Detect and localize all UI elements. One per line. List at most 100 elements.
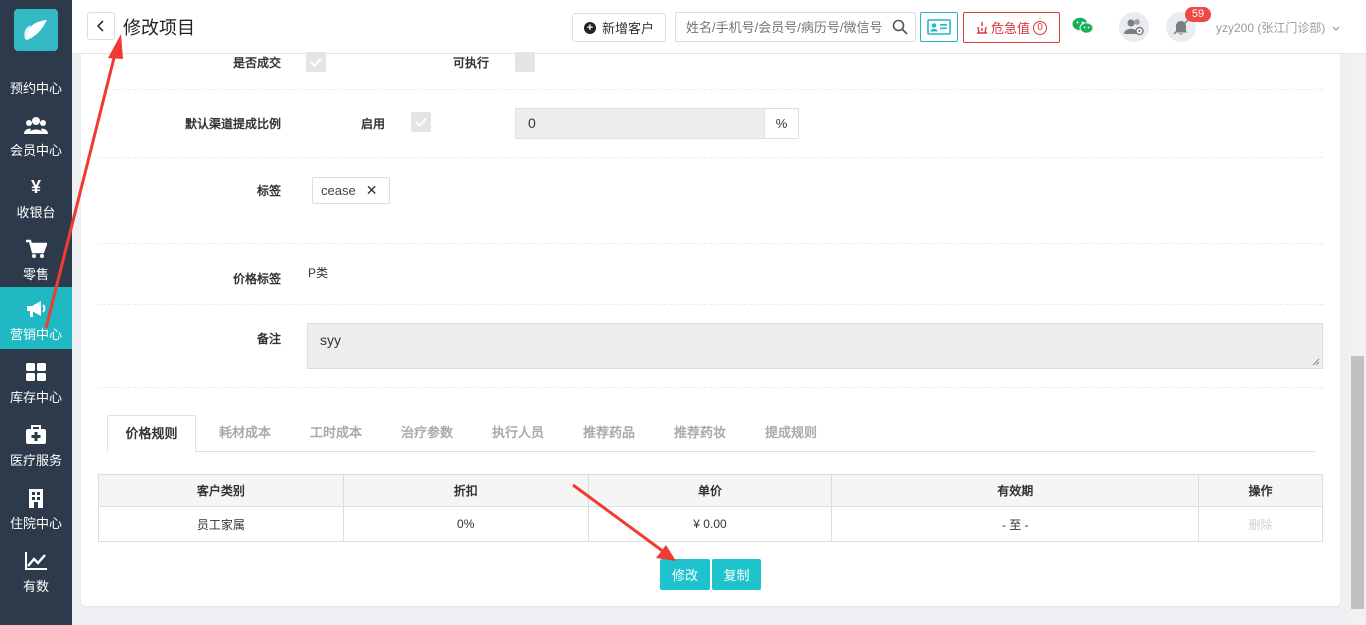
tab-labor-cost[interactable]: 工时成本	[301, 415, 371, 452]
cell-validity: - 至 -	[831, 506, 1200, 542]
tab-material-cost[interactable]: 耗材成本	[210, 415, 280, 452]
top-header: 修改项目 + 新增客户 危急值 0 59 yzy200 (张江门诊部)	[72, 0, 1366, 54]
id-card-button[interactable]	[920, 12, 958, 42]
remark-textarea[interactable]: syy	[307, 323, 1323, 369]
user-name: yzy200 (张江门诊部)	[1216, 21, 1326, 35]
cell-customer-type: 员工家属	[98, 506, 344, 542]
chart-line-icon	[24, 549, 48, 573]
chevron-left-icon	[97, 20, 104, 32]
tab-price-rules[interactable]: 价格规则	[107, 415, 196, 452]
back-button[interactable]	[87, 12, 115, 40]
yen-icon: ¥	[30, 176, 41, 197]
divider	[98, 304, 1323, 305]
grid-icon	[25, 360, 47, 384]
tab-executors[interactable]: 执行人员	[483, 415, 553, 452]
notification-badge: 59	[1185, 7, 1211, 22]
sidebar-item-appointment[interactable]: 预约中心	[0, 41, 72, 103]
building-icon	[27, 486, 45, 510]
new-customer-label: 新增客户	[601, 21, 654, 36]
remark-label: 备注	[256, 332, 281, 346]
tag-text: cease	[321, 183, 356, 198]
divider	[98, 89, 1323, 90]
sidebar-item-label: 零售	[22, 267, 49, 282]
sidebar-item-label: 收银台	[16, 205, 56, 220]
new-customer-button[interactable]: + 新增客户	[572, 13, 666, 42]
sidebar-item-label: 医疗服务	[9, 453, 62, 468]
medical-kit-icon	[25, 423, 47, 447]
sidebar-item-inventory[interactable]: 库存中心	[0, 350, 72, 412]
wechat-icon[interactable]	[1072, 16, 1094, 39]
copy-button[interactable]: 复制	[712, 559, 761, 590]
executable-checkbox[interactable]	[515, 52, 535, 72]
cell-unit-price: ¥ 0.00	[587, 506, 833, 542]
column-header: 折扣	[342, 474, 589, 507]
sidebar-item-data[interactable]: 有数	[0, 539, 72, 601]
divider	[98, 243, 1323, 244]
scrollbar-thumb[interactable]	[1351, 356, 1364, 609]
critical-count: 0	[1033, 20, 1047, 35]
column-header: 单价	[587, 474, 833, 507]
sidebar-item-marketing[interactable]: 营销中心	[0, 287, 72, 349]
chevron-down-icon	[1332, 26, 1340, 31]
column-header: 操作	[1198, 474, 1323, 507]
divider	[98, 157, 1323, 158]
price-tag-label: 价格标签	[232, 272, 281, 286]
commission-label: 默认渠道提成比例	[184, 117, 281, 131]
tab-commission-rules[interactable]: 提成规则	[756, 415, 826, 452]
form-card: 是否成交 可执行 默认渠道提成比例 启用 0 % 标签 cease ✕ 价格标签…	[81, 52, 1340, 606]
team-settings-button[interactable]	[1119, 12, 1149, 42]
cell-discount: 0%	[342, 506, 589, 542]
check-icon	[310, 57, 322, 67]
sidebar-item-label: 会员中心	[9, 143, 62, 158]
resize-grip-icon[interactable]	[1312, 358, 1320, 366]
deal-label: 是否成交	[232, 56, 281, 70]
sidebar-item-inpatient[interactable]: 住院中心	[0, 476, 72, 538]
sidebar-item-retail[interactable]: 零售	[0, 227, 72, 289]
megaphone-icon	[25, 297, 47, 321]
divider	[98, 387, 1323, 388]
enable-checkbox[interactable]	[411, 112, 431, 132]
search-input[interactable]	[676, 13, 886, 41]
edit-button[interactable]: 修改	[660, 559, 710, 590]
sidebar-item-label: 预约中心	[9, 81, 62, 96]
tab-treatment-params[interactable]: 治疗参数	[392, 415, 462, 452]
sidebar: 预约中心 会员中心 ¥ 收银台 零售 营销中心 库存中心 医疗服务 住院中心 有…	[0, 0, 72, 625]
deal-checkbox[interactable]	[306, 52, 326, 72]
team-settings-icon	[1124, 19, 1144, 36]
page-title: 修改项目	[123, 18, 195, 38]
tab-recommended-drugs[interactable]: 推荐药品	[574, 415, 644, 452]
remark-text: syy	[320, 332, 341, 348]
sidebar-item-label: 库存中心	[9, 390, 62, 405]
percent-addon: %	[765, 108, 799, 139]
sidebar-item-label: 有数	[22, 579, 49, 594]
sidebar-item-label: 住院中心	[9, 516, 62, 531]
plus-circle-icon: +	[583, 21, 596, 34]
delete-link[interactable]: 删除	[1198, 506, 1323, 542]
critical-value-button[interactable]: 危急值 0	[963, 12, 1060, 43]
critical-label: 危急值	[990, 21, 1030, 36]
column-header: 有效期	[831, 474, 1200, 507]
close-icon[interactable]: ✕	[366, 182, 378, 199]
price-tag-value: P类	[308, 266, 329, 280]
table-row: 员工家属 0% ¥ 0.00 - 至 - 删除	[98, 506, 1323, 542]
users-icon	[24, 113, 48, 137]
check-icon	[415, 117, 427, 127]
search-box	[675, 12, 916, 42]
commission-input[interactable]: 0	[515, 108, 765, 139]
user-menu[interactable]: yzy200 (张江门诊部)	[1216, 19, 1340, 36]
cart-icon	[25, 237, 47, 261]
tag-chip: cease ✕	[312, 177, 391, 204]
tab-recommended-cosmetics[interactable]: 推荐药妆	[665, 415, 735, 452]
warning-icon	[976, 22, 987, 34]
tags-label: 标签	[256, 184, 281, 198]
price-rules-table: 客户类别 折扣 单价 有效期 操作 员工家属 0% ¥ 0.00 - 至 - 删…	[98, 474, 1323, 542]
sidebar-item-member[interactable]: 会员中心	[0, 103, 72, 165]
sidebar-item-label: 营销中心	[9, 327, 62, 342]
enable-label: 启用	[360, 117, 385, 131]
id-card-icon	[927, 19, 951, 35]
sidebar-item-cashier[interactable]: ¥ 收银台	[0, 165, 72, 227]
detail-tabs: 价格规则 耗材成本 工时成本 治疗参数 执行人员 推荐药品 推荐药妆 提成规则	[107, 415, 1315, 452]
search-icon[interactable]	[892, 19, 908, 38]
sidebar-item-medical[interactable]: 医疗服务	[0, 413, 72, 475]
column-header: 客户类别	[98, 474, 344, 507]
